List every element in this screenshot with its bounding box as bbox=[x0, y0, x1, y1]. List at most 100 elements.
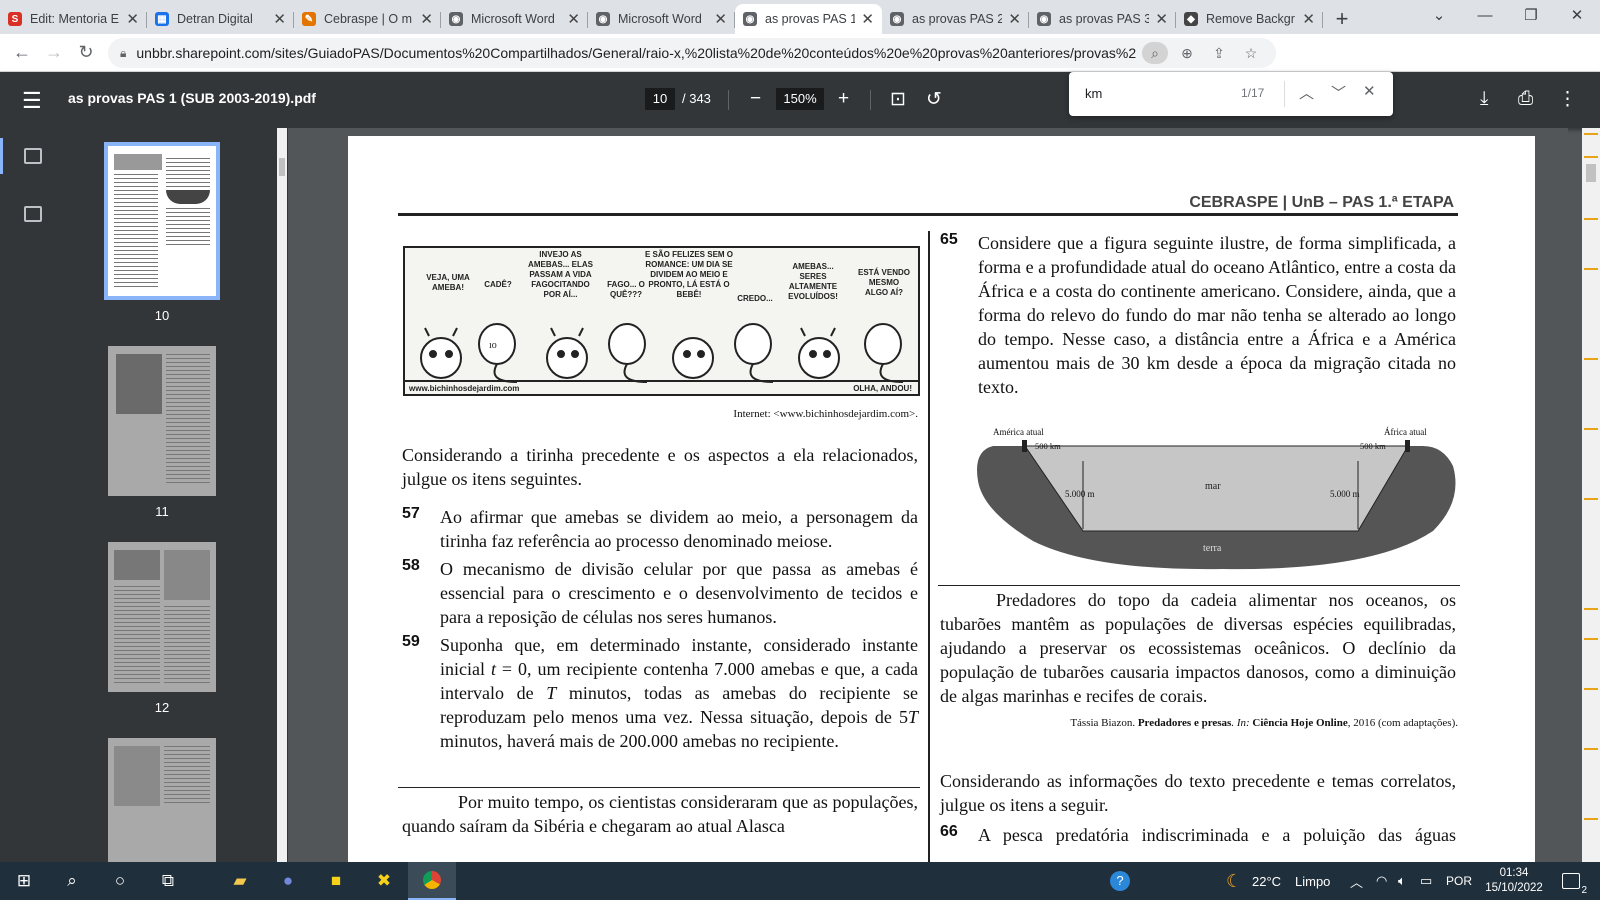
intro-left: Considerando a tirinha precedente e os a… bbox=[402, 445, 918, 489]
comic-bubble: AMEBAS... SERES ALTAMENTE EVOLUÍDOS! bbox=[788, 262, 838, 301]
worm-character: ıo bbox=[478, 323, 518, 383]
more-options-icon[interactable]: ⋮ bbox=[1558, 88, 1577, 111]
file-explorer-icon[interactable]: ▰ bbox=[216, 862, 264, 900]
zoom-in-icon[interactable]: + bbox=[838, 88, 849, 110]
clock-time: 01:34 bbox=[1499, 867, 1529, 879]
reload-button[interactable]: ↻ bbox=[70, 37, 102, 69]
pdf-title: as provas PAS 1 (SUB 2003-2019).pdf bbox=[68, 90, 316, 106]
browser-tab[interactable]: ▦ Detran Digital ✕ bbox=[147, 4, 294, 34]
comic-strip: VEJA, UMA AMEBA! CADÊ? INVEJO AS AMEBAS.… bbox=[403, 246, 920, 396]
header-rule bbox=[398, 213, 1458, 216]
app-x-icon[interactable]: ✖ bbox=[360, 862, 408, 900]
question-number: 65 bbox=[940, 231, 958, 248]
browser-tab[interactable]: ◉ Microsoft Word ✕ bbox=[588, 4, 735, 34]
thumbnail-scrollbar[interactable] bbox=[277, 128, 287, 862]
window-controls: ⌄ — ❐ ✕ bbox=[1416, 0, 1600, 34]
wifi-icon[interactable]: ◠ bbox=[1376, 862, 1387, 900]
africa-marker bbox=[1405, 440, 1410, 452]
find-close-icon[interactable]: ✕ bbox=[1363, 82, 1376, 100]
cortana-icon[interactable]: ○ bbox=[96, 862, 144, 900]
new-tab-button[interactable]: + bbox=[1327, 4, 1357, 34]
tab-favicon-icon: ✎ bbox=[302, 12, 316, 26]
question-text: Considere que a figura seguinte ilustre,… bbox=[978, 233, 1456, 397]
zoom-out-icon[interactable]: − bbox=[750, 88, 761, 110]
rotate-icon[interactable]: ↺ bbox=[926, 88, 942, 111]
comic-bubble: ESTÁ VENDO MESMO ALGO AÍ? bbox=[857, 268, 910, 297]
browser-tab[interactable]: ◉ as provas PAS 2 ✕ bbox=[882, 4, 1029, 34]
close-window-button[interactable]: ✕ bbox=[1554, 0, 1600, 30]
thumbnail-page-12[interactable] bbox=[108, 542, 216, 692]
download-icon[interactable]: ⤓ bbox=[1480, 88, 1488, 110]
windows-start-icon[interactable]: ⊞ bbox=[0, 862, 48, 900]
main-scrollbar[interactable] bbox=[1582, 128, 1600, 862]
back-button[interactable]: ← bbox=[6, 37, 38, 69]
sticky-notes-icon[interactable]: ■ bbox=[312, 862, 360, 900]
help-icon[interactable]: ? bbox=[1110, 862, 1130, 900]
language-indicator[interactable]: POR bbox=[1446, 862, 1472, 900]
thumbnail-page-11[interactable] bbox=[108, 346, 216, 496]
comic-site: www.bichinhosdejardim.com bbox=[409, 384, 520, 393]
tray-chevron-icon[interactable]: ︿ bbox=[1350, 862, 1363, 900]
clock[interactable]: 01:34 15/10/2022 bbox=[1484, 862, 1544, 900]
thumbnail-page-10[interactable] bbox=[104, 142, 220, 300]
print-icon[interactable]: ⎙ bbox=[1518, 88, 1533, 110]
omnibox[interactable]: 🔒︎ unbbr.sharepoint.com/sites/GuiadoPAS/… bbox=[108, 38, 1276, 68]
chrome-icon[interactable] bbox=[408, 862, 456, 900]
forward-button[interactable]: → bbox=[38, 37, 70, 69]
find-next-icon[interactable]: ﹀ bbox=[1331, 82, 1346, 103]
zoom-icon[interactable]: ⊕ bbox=[1174, 42, 1200, 64]
tab-title: as provas PAS 2 bbox=[912, 12, 1003, 26]
pdf-viewer: CEBRASPE | UnB – PAS 1.ª ETAPA VEJA, UMA… bbox=[288, 128, 1568, 862]
africa-label: África atual bbox=[1384, 427, 1427, 437]
page-number-input[interactable]: 10 bbox=[645, 88, 675, 110]
discord-icon[interactable]: ● bbox=[264, 862, 312, 900]
tab-close-icon[interactable]: ✕ bbox=[714, 10, 727, 28]
column-divider bbox=[928, 231, 930, 862]
comic-caption: OLHA, ANDOU! bbox=[853, 384, 912, 393]
browser-tab[interactable]: ✎ Cebraspe | O m ✕ bbox=[294, 4, 441, 34]
share-icon[interactable]: ⇪ bbox=[1206, 42, 1232, 64]
tab-close-icon[interactable]: ✕ bbox=[273, 10, 286, 28]
thumbnail-view-icon[interactable] bbox=[24, 148, 42, 164]
notifications-icon[interactable]: 2 bbox=[1556, 862, 1587, 900]
tab-close-icon[interactable]: ✕ bbox=[567, 10, 580, 28]
question-number: 59 bbox=[402, 633, 420, 650]
find-previous-icon[interactable]: ︿ bbox=[1299, 82, 1314, 103]
bookmark-star-icon[interactable]: ☆ bbox=[1238, 42, 1264, 64]
task-view-icon[interactable]: ⧉ bbox=[144, 862, 192, 900]
tab-title: Edit: Mentoria E bbox=[30, 12, 119, 26]
tab-title: as provas PAS 3 bbox=[1059, 12, 1150, 26]
question-text: Ao afirmar que amebas se dividem ao meio… bbox=[440, 507, 918, 551]
restore-button[interactable]: ❐ bbox=[1508, 0, 1554, 30]
tab-close-icon[interactable]: ✕ bbox=[1302, 10, 1315, 28]
browser-tab[interactable]: ◉ as provas PAS 1 ✕ bbox=[735, 4, 882, 34]
minimize-button[interactable]: — bbox=[1462, 0, 1508, 30]
find-input[interactable]: km bbox=[1085, 86, 1102, 101]
amoeba-character bbox=[420, 327, 462, 379]
depth-right: 5.000 m bbox=[1330, 489, 1360, 499]
tab-search-icon[interactable]: ⌄ bbox=[1416, 0, 1462, 30]
tab-favicon-icon: ▦ bbox=[155, 12, 169, 26]
zoom-level-input[interactable]: 150% bbox=[776, 88, 824, 110]
battery-icon[interactable]: ▭ bbox=[1420, 862, 1432, 900]
tab-close-icon[interactable]: ✕ bbox=[126, 10, 139, 28]
tab-close-icon[interactable]: ✕ bbox=[861, 10, 874, 28]
tab-close-icon[interactable]: ✕ bbox=[1155, 10, 1168, 28]
comic-credit: Internet: <www.bichinhosdejardim.com>. bbox=[733, 408, 918, 420]
passage-reference: Tássia Biazon. Predadores e presas. In: … bbox=[1070, 717, 1458, 729]
browser-tab[interactable]: ◆ Remove Backgr ✕ bbox=[1176, 4, 1323, 34]
question-text: A pesca predatória indiscriminada e a po… bbox=[978, 825, 1456, 845]
browser-tab[interactable]: ◉ Microsoft Word ✕ bbox=[441, 4, 588, 34]
hamburger-menu-icon[interactable]: ☰ bbox=[22, 88, 42, 114]
thumbnail-page-13[interactable] bbox=[108, 738, 216, 862]
browser-tab[interactable]: ◉ as provas PAS 3 ✕ bbox=[1029, 4, 1176, 34]
browser-tab[interactable]: S Edit: Mentoria E ✕ bbox=[0, 4, 147, 34]
tab-title: as provas PAS 1 bbox=[765, 12, 856, 26]
search-icon[interactable]: ⌕ bbox=[48, 862, 96, 900]
tab-close-icon[interactable]: ✕ bbox=[1008, 10, 1021, 28]
find-in-page-icon[interactable]: ⌕ bbox=[1142, 42, 1168, 64]
fit-page-icon[interactable]: ⊡ bbox=[890, 88, 906, 111]
outline-view-icon[interactable] bbox=[24, 206, 42, 222]
tab-close-icon[interactable]: ✕ bbox=[420, 10, 433, 28]
volume-icon[interactable]: 🔈︎ bbox=[1398, 862, 1406, 900]
